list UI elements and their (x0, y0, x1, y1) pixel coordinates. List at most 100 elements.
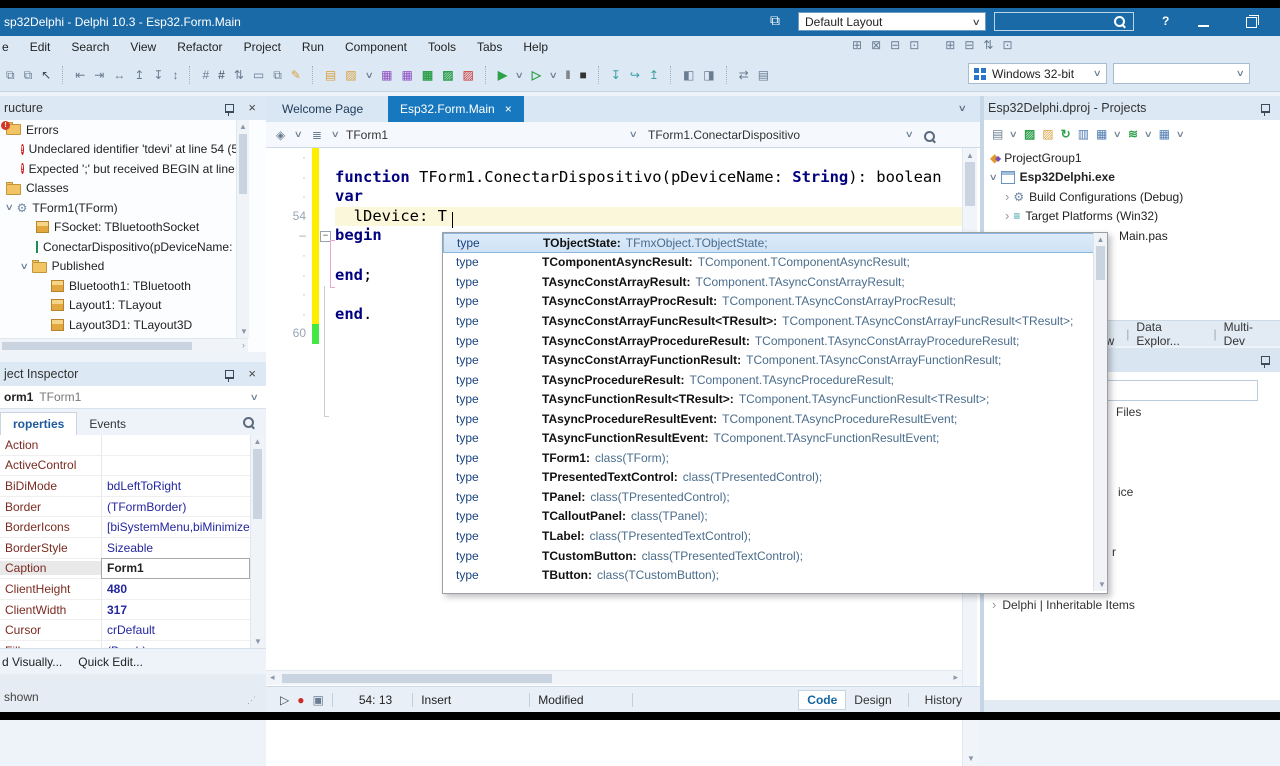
tab-welcome-page[interactable]: Welcome Page (270, 96, 375, 122)
new-file-icon[interactable]: ▤ (325, 68, 336, 82)
tree-item[interactable]: › Delphi | Inheritable Items (992, 598, 1135, 612)
tab-events[interactable]: Events (77, 413, 138, 435)
menu-view[interactable]: View (130, 40, 156, 54)
stop-icon[interactable]: ■ (580, 68, 587, 82)
property-value[interactable]: 480 (101, 579, 250, 599)
menu-component[interactable]: Component (345, 40, 407, 54)
new-window-icon[interactable]: ⧉ (6, 68, 15, 82)
property-value[interactable]: bdLeftToRight (101, 476, 250, 496)
property-value[interactable]: (Brush) (101, 640, 250, 648)
align-to-grid-icon[interactable]: ⊞ (852, 38, 862, 52)
align-left-icon[interactable]: ⇤ (75, 68, 85, 82)
run-no-debug-icon[interactable]: ▷ (532, 68, 541, 82)
ide-search-input[interactable] (994, 12, 1134, 31)
structure-tree-item[interactable]: ∨ Published (0, 257, 236, 277)
options-icon[interactable]: ▦ (1159, 127, 1170, 141)
chevron-down-icon[interactable]: ∨ (294, 129, 303, 140)
property-value[interactable]: [biSystemMenu,biMinimize,biMa (101, 517, 250, 537)
align-bottom-icon[interactable]: ↧ (153, 68, 163, 82)
structure-vscrollbar[interactable]: ▲ ▼ (236, 120, 249, 338)
inspector-vscrollbar[interactable]: ▲ ▼ (250, 435, 264, 648)
view-design-button[interactable]: Design (846, 691, 899, 709)
property-row[interactable]: Caption Form1 (0, 557, 250, 580)
select-component-icon[interactable]: ↖ (41, 68, 51, 82)
help-button[interactable]: ? (1162, 14, 1169, 28)
tab-order-icon[interactable]: ⇅ (983, 38, 993, 52)
scale-icon[interactable]: ⊟ (964, 38, 974, 52)
structure-tree-item[interactable]: FSocket: TBluetoothSocket (0, 218, 236, 238)
structure-hscrollbar[interactable]: › (0, 338, 248, 352)
chevron-down-icon[interactable]: ∨ (1113, 129, 1122, 140)
minimize-button[interactable] (1198, 25, 1209, 27)
show-grid-icon[interactable]: # (218, 68, 225, 82)
add-file-icon[interactable]: ▨ (442, 68, 453, 82)
menu-tabs[interactable]: Tabs (477, 40, 502, 54)
chevron-down-icon[interactable]: ∨ (364, 70, 373, 81)
structure-tree-item[interactable]: ! Errors (0, 120, 236, 140)
pin-icon[interactable] (1261, 355, 1270, 368)
save-icon[interactable]: ▦ (381, 68, 392, 82)
snap-grid-icon[interactable]: # (202, 68, 209, 82)
completion-item[interactable]: type TAsyncProcedureResultEvent: TComponen… (443, 409, 1107, 429)
copy-icon[interactable]: ⧉ (273, 68, 282, 82)
property-row[interactable]: Fill(Brush) (0, 640, 250, 648)
menu-project[interactable]: Project (244, 40, 281, 54)
structure-tree-item[interactable]: Bluetooth1: TBluetooth (0, 276, 236, 296)
menu-tools[interactable]: Tools (428, 40, 456, 54)
quick-edit-link[interactable]: Quick Edit... (78, 655, 143, 669)
structure-tree-item[interactable]: Classes (0, 179, 236, 199)
detach-icon[interactable]: ◨ (703, 68, 714, 82)
tree-item-fragment[interactable]: Files (1116, 405, 1141, 419)
align-center-h-icon[interactable]: ↔ (113, 68, 125, 82)
panel-tab[interactable]: Multi-Dev (1217, 320, 1280, 348)
close-icon[interactable]: × (248, 101, 256, 114)
align-icon[interactable]: ⊡ (909, 38, 919, 52)
swap-icon[interactable]: ⇄ (739, 68, 749, 82)
view-form-icon[interactable]: ⧉ (24, 68, 33, 82)
completion-item[interactable]: type TCustomButton: class(TPresentedTextCo… (443, 546, 1107, 566)
save-all-icon[interactable]: ▦ (422, 68, 433, 82)
property-row[interactable]: BorderIcons[biSystemMenu,biMinimize,biMa (0, 517, 250, 538)
breadcrumb-member[interactable]: TForm1.ConectarDispositivo (648, 128, 800, 142)
code-line[interactable]: 54 lDevice: T (266, 206, 962, 227)
chevron-down-icon[interactable]: ∨ (1144, 129, 1153, 140)
edit-grid-icon[interactable]: ✎ (291, 68, 301, 82)
completion-item[interactable]: type TCalloutPanel: class(TPanel); (443, 507, 1107, 527)
tab-properties[interactable]: roperties (0, 412, 78, 435)
align-center-v-icon[interactable]: ↕ (172, 68, 178, 82)
size-icon[interactable]: ⊞ (945, 38, 955, 52)
attach-icon[interactable]: ◧ (683, 68, 694, 82)
project-tree-item[interactable]: ◆ProjectGroup1 (984, 148, 1280, 168)
platform-combo[interactable]: Windows 32-bit ∨ (968, 63, 1107, 84)
property-row[interactable]: Border (TFormBorder) (0, 496, 250, 518)
pause-icon[interactable]: ‖ (566, 68, 571, 82)
completion-item[interactable]: type TComponentAsyncResult: TComponent.TCo… (443, 253, 1107, 273)
run-until-return-icon[interactable]: ↥ (649, 68, 659, 82)
property-value[interactable]: crDefault (101, 620, 250, 640)
creation-order-icon[interactable]: ⊡ (1002, 38, 1012, 52)
remove-file-icon[interactable]: ▨ (463, 68, 474, 82)
trace-into-icon[interactable]: ↧ (611, 68, 621, 82)
chevron-down-icon[interactable]: ∨ (5, 202, 14, 213)
chevron-down-icon[interactable]: ∨ (549, 70, 558, 81)
chevron-down-icon[interactable]: ∨ (958, 103, 967, 114)
run-outline-icon[interactable]: ▷ (280, 693, 289, 707)
tree-item-fragment[interactable]: r (1112, 545, 1116, 559)
chevron-down-icon[interactable]: ∨ (20, 261, 29, 272)
view-code-button[interactable]: Code (798, 689, 847, 710)
apply-layout-icon[interactable]: ⧉ (770, 13, 780, 27)
component-selector[interactable]: orm1 TForm1 ∨ (0, 386, 266, 409)
property-value[interactable]: Form1 (101, 557, 250, 580)
align-right-icon[interactable]: ⇥ (94, 68, 104, 82)
property-value[interactable]: Sizeable (101, 537, 250, 558)
breakpoint-icon[interactable]: ● (297, 693, 304, 707)
completion-item[interactable]: type TLabel: class(TPresentedTextControl); (443, 526, 1107, 546)
code-line[interactable]: · function TForm1.ConectarDispositivo(pDe… (266, 167, 962, 188)
build-icon[interactable]: ▦ (1096, 127, 1107, 141)
chevron-right-icon[interactable]: › (1005, 190, 1009, 203)
target-device-combo[interactable]: ∨ (1113, 63, 1250, 84)
property-row[interactable]: BorderStyle Sizeable (0, 537, 250, 559)
completion-item[interactable]: type TAsyncFunctionResult<TResult>: TCompo… (443, 389, 1107, 409)
open-file-icon[interactable]: ▨ (345, 68, 356, 82)
code-line[interactable]: · (266, 148, 962, 168)
